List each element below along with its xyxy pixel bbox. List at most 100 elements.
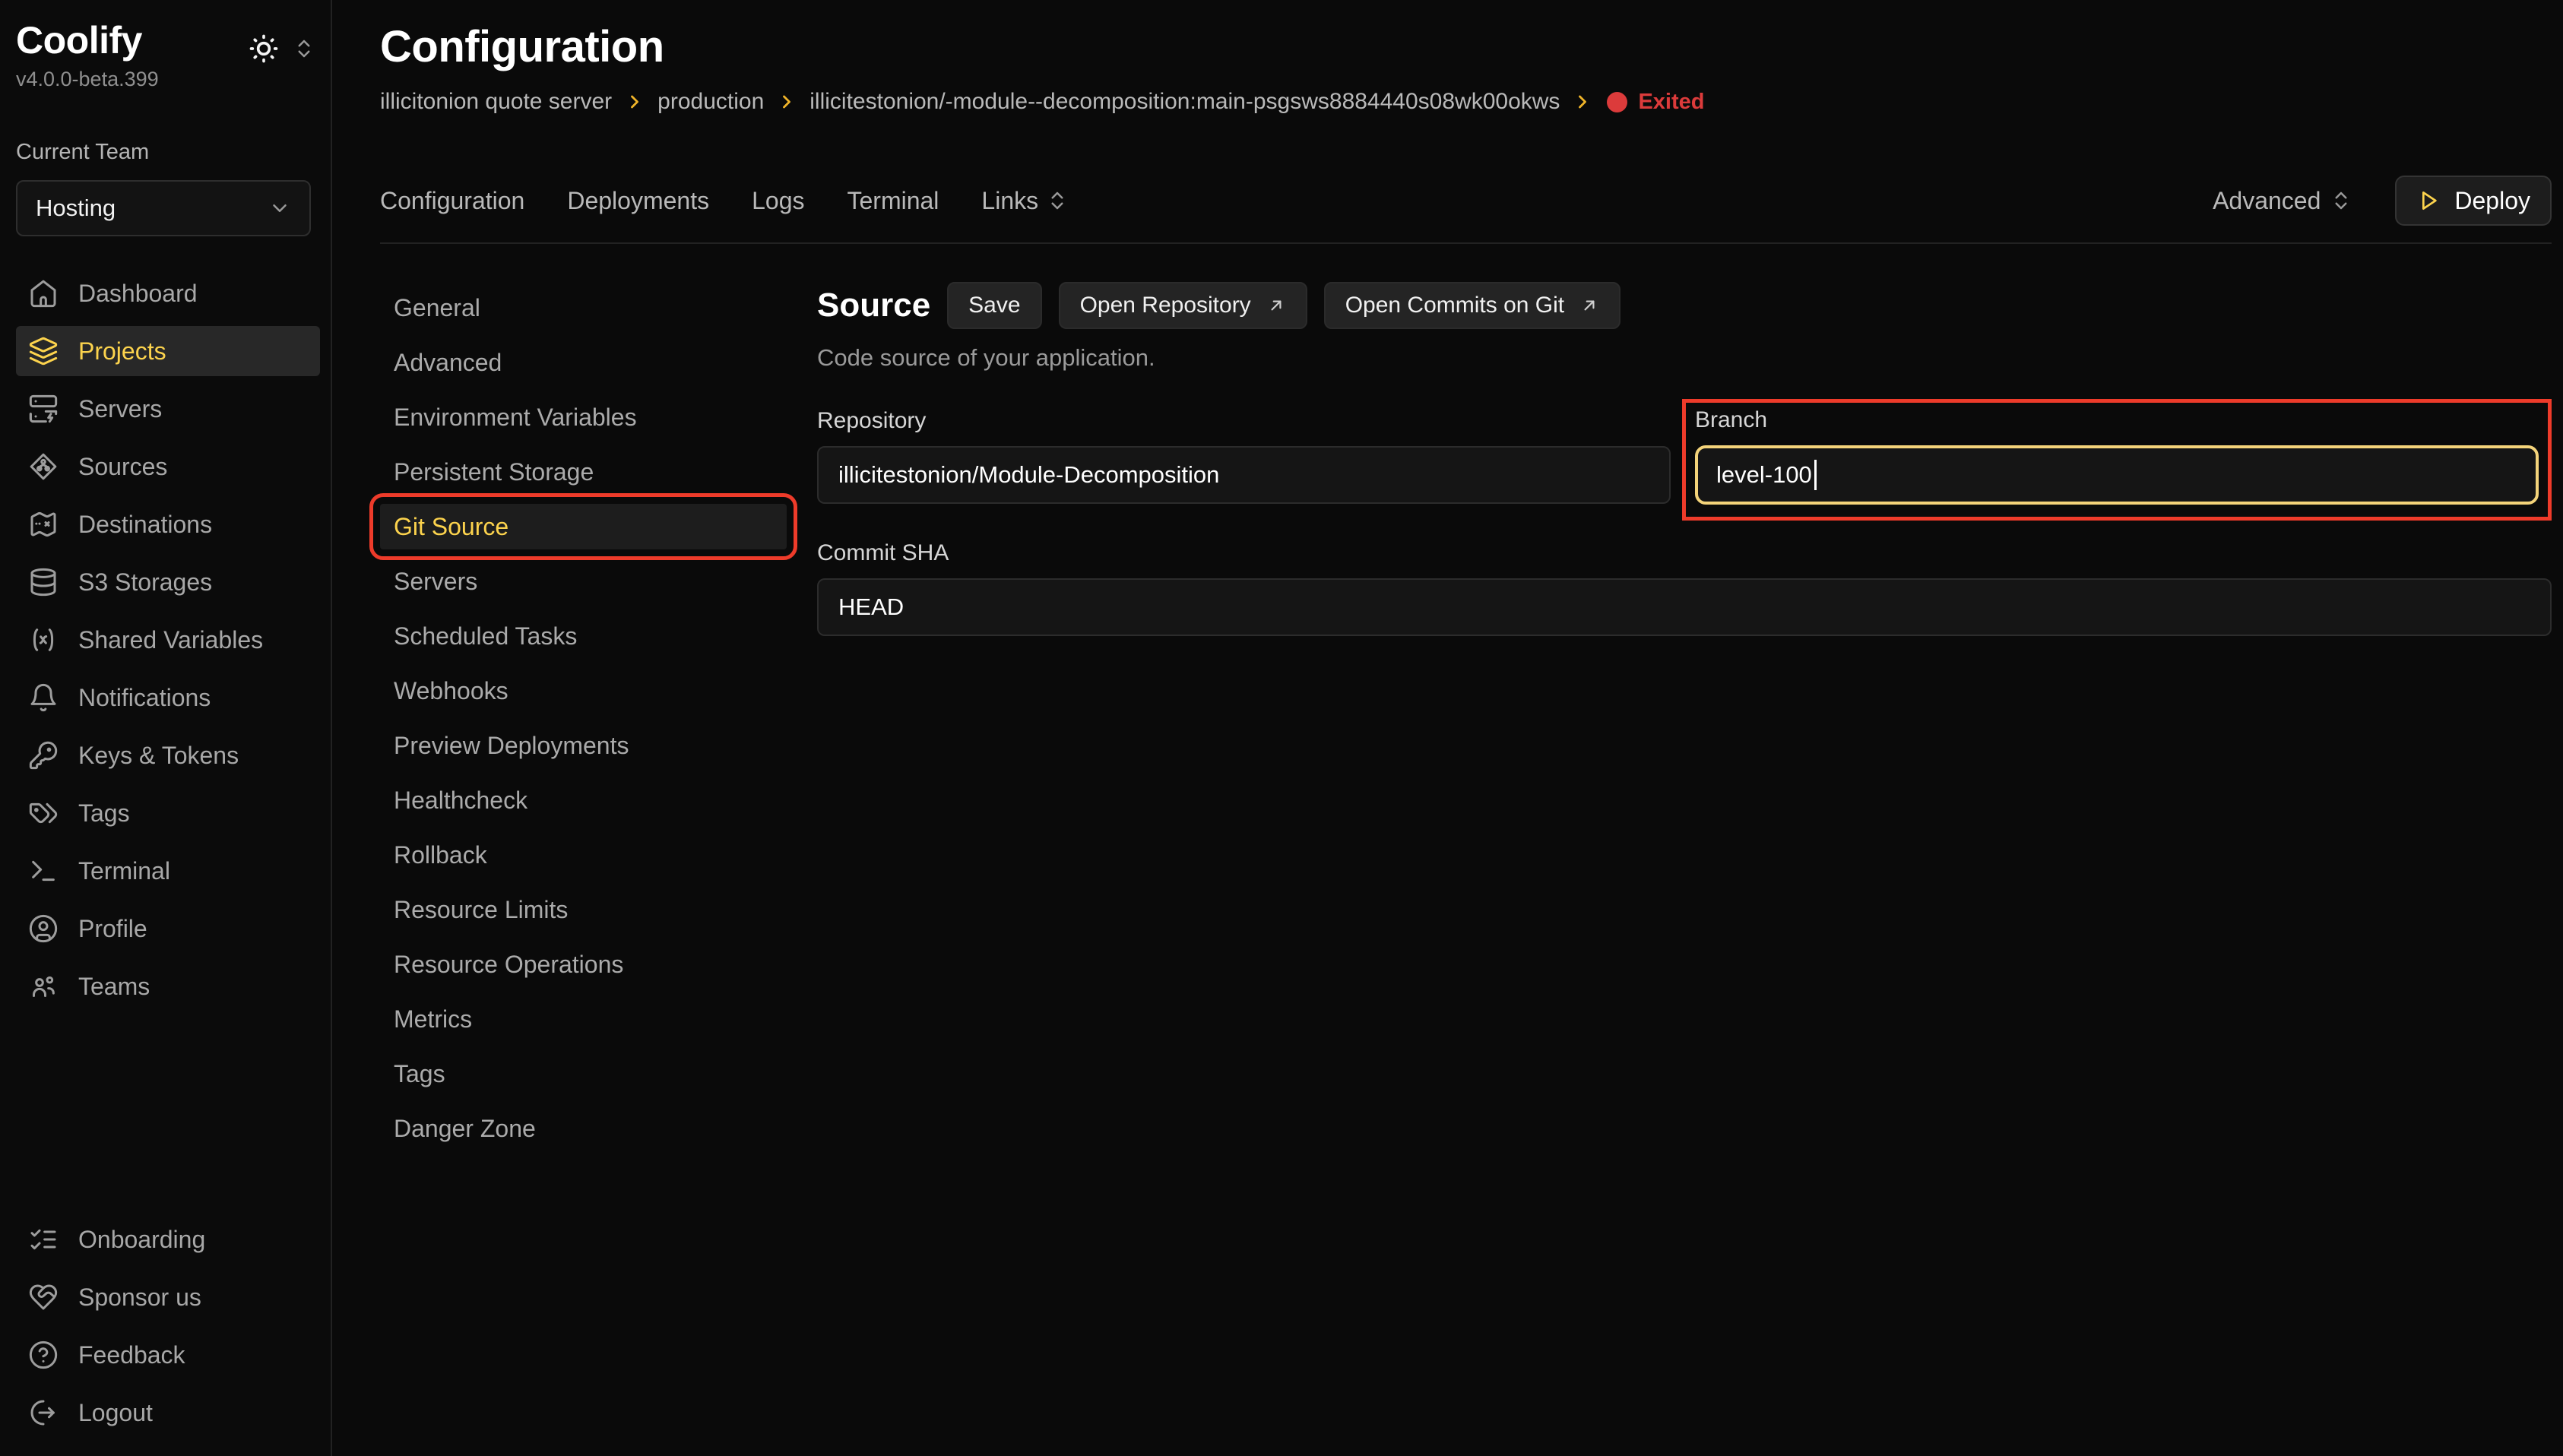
logout-icon [28, 1397, 59, 1428]
tab-logs[interactable]: Logs [752, 187, 804, 215]
sidebar-item-label: Tags [78, 799, 130, 828]
app-logo[interactable]: Coolify [16, 20, 159, 62]
sun-icon[interactable] [247, 32, 280, 65]
sidebar-item-s3-storages[interactable]: S3 Storages [16, 557, 320, 607]
sidebar-footer-nav: Onboarding Sponsor us Feedback Logout [16, 1214, 320, 1438]
repository-label: Repository [817, 408, 1671, 434]
sidebar-item-label: Logout [78, 1399, 153, 1427]
sidebar-item-label: S3 Storages [78, 568, 212, 597]
sidebar-item-label: Notifications [78, 684, 211, 712]
chevrons-up-down-icon [2330, 189, 2352, 212]
sidebar-item-sponsor-us[interactable]: Sponsor us [16, 1272, 320, 1322]
tags-icon [28, 798, 59, 828]
tab-links[interactable]: Links [981, 187, 1069, 215]
logo-block: Coolify v4.0.0-beta.399 [16, 20, 159, 91]
branch-input[interactable]: level-100 [1695, 445, 2539, 505]
sidebar-item-label: Feedback [78, 1341, 185, 1369]
play-icon [2416, 188, 2441, 213]
settings-nav-item-resource-operations[interactable]: Resource Operations [380, 942, 787, 987]
section-title: Source [817, 286, 930, 324]
sidebar-item-onboarding[interactable]: Onboarding [16, 1214, 320, 1265]
sidebar-item-terminal[interactable]: Terminal [16, 846, 320, 896]
server-icon [28, 394, 59, 424]
map-icon [28, 509, 59, 540]
sidebar-item-keys-tokens[interactable]: Keys & Tokens [16, 730, 320, 780]
team-select[interactable]: Hosting [16, 180, 311, 236]
breadcrumb-application[interactable]: illicitestonion/-module--decomposition:m… [809, 89, 1560, 115]
settings-nav-item-webhooks[interactable]: Webhooks [380, 668, 787, 714]
git-source-icon [28, 451, 59, 482]
branch-label: Branch [1695, 407, 2539, 433]
sidebar-item-label: Keys & Tokens [78, 742, 239, 770]
sidebar-item-notifications[interactable]: Notifications [16, 673, 320, 723]
parentheses-x-icon [28, 625, 59, 655]
settings-nav-item-advanced[interactable]: Advanced [380, 340, 787, 385]
sidebar-item-label: Destinations [78, 511, 212, 539]
current-team-label: Current Team [16, 140, 320, 165]
sidebar-item-feedback[interactable]: Feedback [16, 1330, 320, 1380]
sidebar-item-label: Terminal [78, 857, 170, 885]
home-icon [28, 278, 59, 309]
chevrons-up-down-icon[interactable] [293, 37, 315, 60]
settings-nav-item-environment-variables[interactable]: Environment Variables [380, 394, 787, 440]
settings-nav-item-persistent-storage[interactable]: Persistent Storage [380, 449, 787, 495]
open-commits-button[interactable]: Open Commits on Git [1324, 282, 1620, 329]
commit-sha-field: Commit SHA [817, 540, 2552, 636]
breadcrumb-environment[interactable]: production [657, 89, 764, 115]
settings-nav-item-healthcheck[interactable]: Healthcheck [380, 777, 787, 823]
save-button[interactable]: Save [947, 282, 1041, 329]
sidebar-item-label: Shared Variables [78, 626, 263, 654]
status-label: Exited [1638, 90, 1704, 115]
deploy-button[interactable]: Deploy [2395, 176, 2552, 226]
chevron-down-icon [268, 197, 291, 220]
settings-nav-item-rollback[interactable]: Rollback [380, 832, 787, 878]
settings-nav-item-general[interactable]: General [380, 285, 787, 331]
commit-sha-input[interactable] [817, 578, 2552, 636]
tab-bar: Configuration Deployments Logs Terminal … [380, 176, 2552, 244]
settings-nav-item-resource-limits[interactable]: Resource Limits [380, 887, 787, 932]
settings-nav-item-danger-zone[interactable]: Danger Zone [380, 1106, 787, 1151]
annotation-box-branch: Branch level-100 [1682, 399, 2552, 521]
tab-terminal[interactable]: Terminal [847, 187, 939, 215]
breadcrumb-project[interactable]: illicitonion quote server [380, 89, 612, 115]
sidebar-item-logout[interactable]: Logout [16, 1388, 320, 1438]
sidebar-item-shared-variables[interactable]: Shared Variables [16, 615, 320, 665]
sidebar-item-profile[interactable]: Profile [16, 904, 320, 954]
sidebar-item-teams[interactable]: Teams [16, 961, 320, 1011]
tab-deployments[interactable]: Deployments [567, 187, 709, 215]
settings-nav-item-preview-deployments[interactable]: Preview Deployments [380, 723, 787, 768]
repository-input[interactable] [817, 446, 1671, 504]
theme-controls [247, 32, 315, 65]
status-dot-icon [1607, 92, 1627, 112]
source-section-header: Source Save Open Repository Open Commits… [817, 282, 2552, 329]
settings-nav-item-servers[interactable]: Servers [380, 559, 787, 604]
tab-configuration[interactable]: Configuration [380, 187, 524, 215]
external-link-icon [1579, 296, 1599, 315]
branch-input-value: level-100 [1716, 461, 1812, 489]
advanced-menu[interactable]: Advanced [2213, 187, 2352, 215]
sidebar-item-projects[interactable]: Projects [16, 326, 320, 376]
sidebar-item-label: Servers [78, 395, 162, 423]
sidebar-item-sources[interactable]: Sources [16, 442, 320, 492]
branch-field: Branch level-100 [1695, 407, 2539, 505]
chevron-right-icon [1572, 91, 1593, 112]
layers-icon [28, 336, 59, 366]
open-repository-button[interactable]: Open Repository [1059, 282, 1307, 329]
sidebar-item-label: Dashboard [78, 280, 198, 308]
sidebar-item-servers[interactable]: Servers [16, 384, 320, 434]
settings-nav-item-scheduled-tasks[interactable]: Scheduled Tasks [380, 613, 787, 659]
sidebar-item-dashboard[interactable]: Dashboard [16, 268, 320, 318]
text-cursor [1814, 460, 1817, 490]
user-circle-icon [28, 913, 59, 944]
help-circle-icon [28, 1340, 59, 1370]
sidebar-item-destinations[interactable]: Destinations [16, 499, 320, 549]
settings-nav-item-git-source[interactable]: Git Source [380, 504, 787, 549]
source-form: Repository Branch level-100 [817, 408, 2552, 636]
settings-nav-item-metrics[interactable]: Metrics [380, 996, 787, 1042]
settings-nav-item-tags[interactable]: Tags [380, 1051, 787, 1097]
sidebar-item-tags[interactable]: Tags [16, 788, 320, 838]
section-description: Code source of your application. [817, 344, 2552, 372]
page-title: Configuration [380, 21, 2552, 72]
breadcrumb: illicitonion quote server production ill… [380, 89, 2552, 115]
sidebar-item-label: Sources [78, 453, 167, 481]
